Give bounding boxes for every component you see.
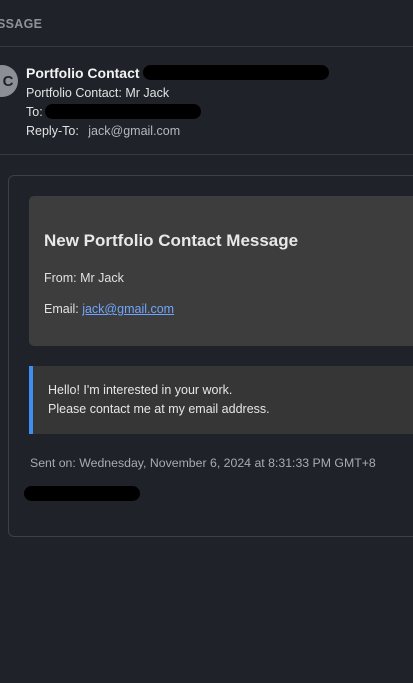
redacted-recipient	[45, 104, 201, 119]
top-bar-label: SSAGE	[0, 17, 43, 31]
sender-name[interactable]: Portfolio Contact	[26, 65, 140, 81]
top-bar: SSAGE	[0, 0, 413, 47]
message-header: C Portfolio Contact Portfolio Contact: M…	[0, 48, 413, 155]
to-label: To:	[26, 105, 43, 119]
reply-to-label: Reply-To:	[26, 124, 79, 138]
body-line-1: Hello! I'm interested in your work.	[48, 383, 233, 397]
body-line-2: Please contact me at my email address.	[48, 402, 270, 416]
sent-on-timestamp: Sent on: Wednesday, November 6, 2024 at …	[30, 456, 376, 470]
reply-to-address[interactable]: jack@gmail.com	[88, 124, 180, 138]
reply-to-row: Reply-To: jack@gmail.com	[26, 124, 180, 138]
email-label: Email:	[44, 302, 83, 316]
from-line: From: Mr Jack	[44, 271, 124, 285]
message-card: New Portfolio Contact Message From: Mr J…	[8, 175, 413, 537]
email-line: Email: jack@gmail.com	[44, 302, 174, 316]
avatar[interactable]: C	[0, 65, 18, 97]
message-summary-box: New Portfolio Contact Message From: Mr J…	[29, 196, 413, 346]
redacted-sender-email	[143, 65, 329, 80]
email-link[interactable]: jack@gmail.com	[82, 302, 174, 316]
redacted-signature	[24, 486, 140, 501]
email-view: SSAGE C Portfolio Contact Portfolio Cont…	[0, 0, 413, 683]
subject-line: Portfolio Contact: Mr Jack	[26, 86, 170, 100]
message-title: New Portfolio Contact Message	[44, 231, 299, 250]
message-body-quote: Hello! I'm interested in your work. Plea…	[29, 366, 413, 434]
